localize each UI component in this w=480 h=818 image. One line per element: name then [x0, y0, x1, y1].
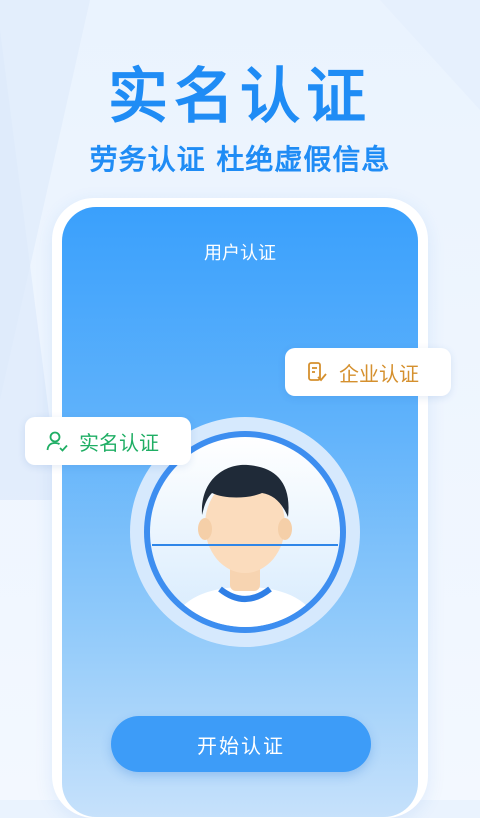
enterprise-auth-badge[interactable]: 企业认证 [285, 348, 451, 396]
user-check-icon [46, 431, 68, 452]
realname-auth-label: 实名认证 [79, 430, 159, 455]
screen-title: 用户认证 [204, 243, 276, 264]
face-scan-area [150, 437, 340, 627]
start-auth-button[interactable]: 开始认证 [111, 716, 371, 772]
building-check-icon [308, 362, 327, 382]
realname-auth-badge[interactable]: 实名认证 [25, 417, 191, 465]
subheadline: 劳务认证 杜绝虚假信息 [89, 143, 391, 176]
avatar-illustration [170, 464, 320, 627]
enterprise-auth-label: 企业认证 [339, 361, 419, 386]
scan-line [152, 544, 338, 546]
headline: 实名认证 [108, 62, 372, 132]
